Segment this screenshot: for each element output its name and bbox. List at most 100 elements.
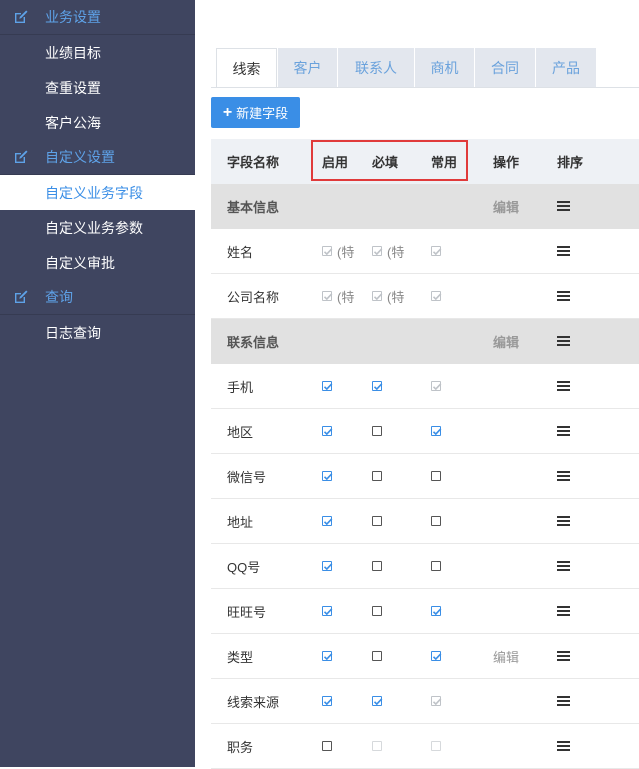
edit-link[interactable]: 编辑 [493,184,519,228]
cell-required [372,409,382,453]
field-name: 类型 [227,649,254,665]
checkbox[interactable] [372,471,382,481]
checkbox[interactable] [322,471,333,481]
cell-enable [322,499,333,543]
sidebar-item[interactable]: 客户公海 [0,105,195,140]
cell-enable [322,679,333,723]
field-name: 职务 [227,739,254,755]
checkbox[interactable] [322,741,332,751]
checkbox[interactable] [322,561,333,571]
table-row: 公司名称 (特 (特 [211,274,639,319]
drag-handle-icon[interactable] [557,246,570,256]
new-field-button[interactable]: + 新建字段 [211,97,300,128]
drag-handle-icon[interactable] [557,336,570,346]
sidebar-item[interactable]: 查重设置 [0,70,195,105]
drag-handle-icon[interactable] [557,201,570,211]
checkbox[interactable] [322,381,333,391]
checkbox[interactable] [372,561,382,571]
cell-enable [322,409,333,453]
main-panel: 线索 客户 联系人 商机 合同 产品 + 新建字段 字段名称 启用 必填 常用 操作 排序… [195,0,639,769]
cell-required [372,544,382,588]
checkbox[interactable] [372,381,383,391]
tab-item[interactable]: 产品 [536,48,596,88]
checkbox[interactable] [372,426,382,436]
sidebar-section-label: 查询 [45,289,73,305]
sidebar-section[interactable]: 业务设置 [0,0,195,35]
sidebar-section-label: 自定义设置 [45,149,115,165]
cell-sort [557,589,570,633]
checkbox[interactable] [322,516,333,526]
checkbox[interactable] [431,606,442,616]
cell-required: (特 [372,274,407,318]
cell-sort [557,634,570,678]
checkbox[interactable] [372,651,382,661]
tab-item[interactable]: 联系人 [338,48,414,88]
field-name: 联系信息 [227,334,280,350]
drag-handle-icon[interactable] [557,561,570,571]
drag-handle-icon[interactable] [557,651,570,661]
table-row: 手机 [211,364,639,409]
cell-common [431,544,441,588]
cell-common [431,409,442,453]
sidebar-item[interactable]: 日志查询 [0,315,195,350]
sidebar-item[interactable]: 自定义审批 [0,245,195,280]
tab-item[interactable]: 客户 [278,48,337,88]
tab-item[interactable]: 合同 [475,48,535,88]
checkbox[interactable] [322,696,333,706]
sidebar-item[interactable]: 自定义业务参数 [0,210,195,245]
drag-handle-icon[interactable] [557,381,570,391]
checkbox [372,741,382,751]
edit-link[interactable]: 编辑 [493,634,519,678]
new-field-label: 新建字段 [236,106,289,121]
drag-handle-icon[interactable] [557,741,570,751]
drag-handle-icon[interactable] [557,291,570,301]
special-tag: (特 [387,244,405,260]
sidebar-section[interactable]: 查询 [0,280,195,315]
drag-handle-icon[interactable] [557,471,570,481]
special-tag: (特 [387,289,405,305]
checkbox[interactable] [322,651,333,661]
highlight-box [311,140,468,181]
cell-required [372,589,382,633]
edit-link[interactable]: 编辑 [493,319,519,363]
checkbox[interactable] [431,651,442,661]
drag-handle-icon[interactable] [557,426,570,436]
cell-sort [557,319,570,363]
checkbox[interactable] [372,516,382,526]
cell-common [431,364,442,408]
tab-bar: 线索 客户 联系人 商机 合同 产品 [216,48,597,88]
cell-enable [322,364,333,408]
checkbox[interactable] [431,516,441,526]
checkbox[interactable] [431,561,441,571]
sidebar-section[interactable]: 自定义设置 [0,140,195,175]
sidebar-item[interactable]: 自定义业务字段 [0,175,195,210]
cell-enable [322,724,332,768]
field-name: 微信号 [227,469,267,485]
cell-sort [557,499,570,543]
checkbox[interactable] [372,606,382,616]
tab-item[interactable]: 线索 [216,48,277,88]
cell-enable: (特 [322,274,357,318]
cell-common [431,454,441,498]
checkbox[interactable] [322,606,333,616]
checkbox [431,381,442,391]
table-row: 旺旺号 [211,589,639,634]
cell-sort [557,229,570,273]
drag-handle-icon[interactable] [557,516,570,526]
checkbox[interactable] [431,471,441,481]
drag-handle-icon[interactable] [557,606,570,616]
sidebar-item[interactable]: 业绩目标 [0,35,195,70]
plus-icon: + [222,103,233,121]
checkbox [322,291,333,301]
checkbox[interactable] [431,426,442,436]
checkbox[interactable] [372,696,383,706]
sidebar-section-label: 业务设置 [45,9,101,25]
cell-common [431,634,442,678]
drag-handle-icon[interactable] [557,696,570,706]
checkbox [372,291,383,301]
checkbox[interactable] [322,426,333,436]
tab-item[interactable]: 商机 [415,48,474,88]
field-name: 地址 [227,514,254,530]
cell-required [372,364,383,408]
cell-enable [322,589,333,633]
